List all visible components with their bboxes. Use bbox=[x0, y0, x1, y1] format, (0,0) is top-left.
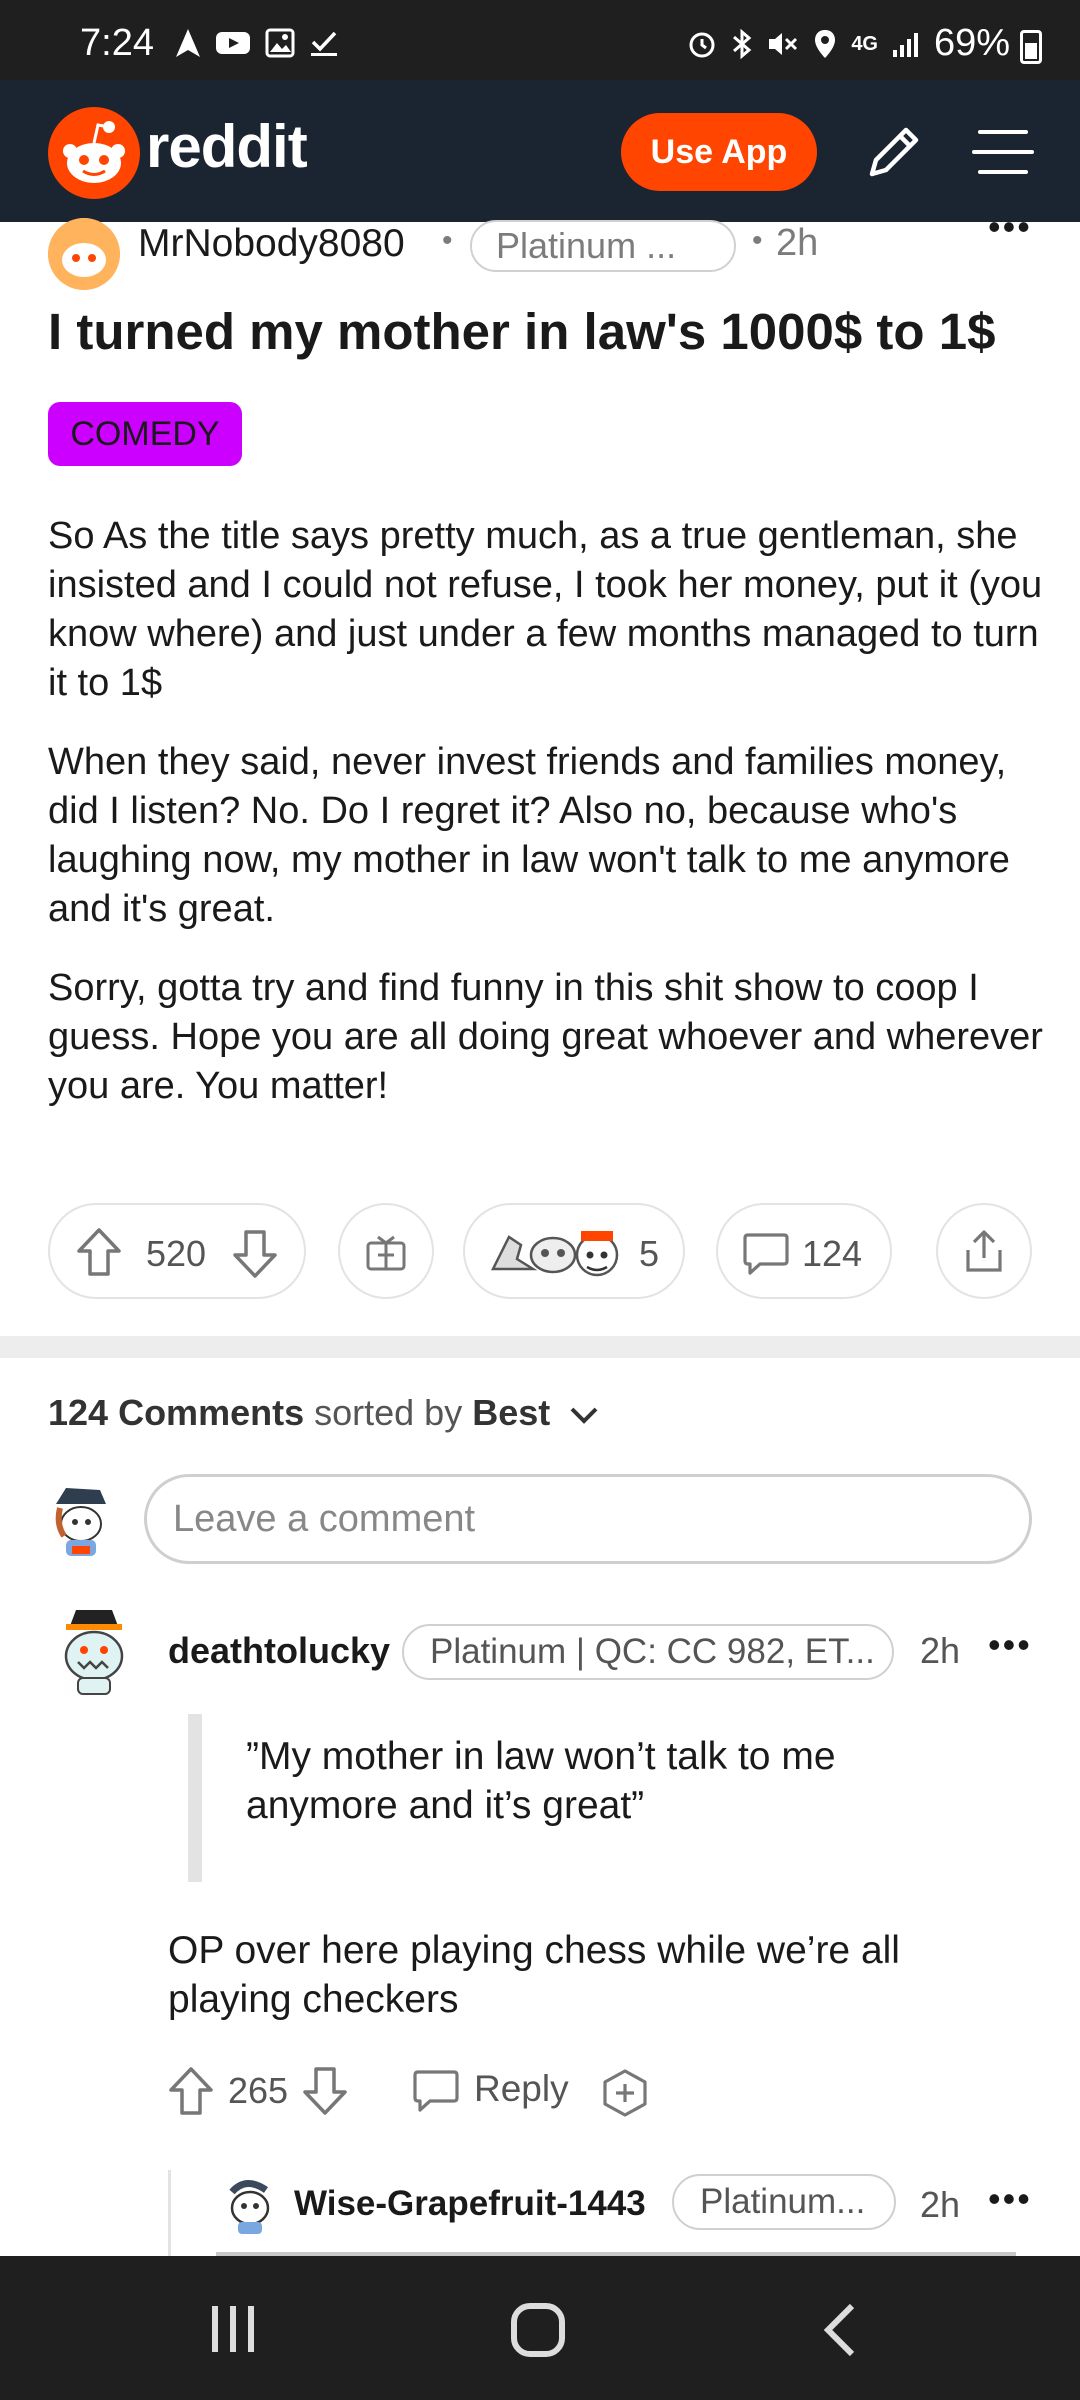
reply-author-flair: Platinum... bbox=[672, 2174, 896, 2230]
comment-author-flair: Platinum | QC: CC 982, ET... bbox=[402, 1624, 894, 1680]
upvote-arrow-icon[interactable] bbox=[168, 2066, 214, 2116]
reply-more-options-icon[interactable]: ••• bbox=[988, 2178, 1032, 2220]
system-navigation-bar bbox=[0, 2256, 1080, 2400]
notification-icons bbox=[175, 28, 339, 58]
downvote-arrow-icon[interactable] bbox=[232, 1229, 278, 1279]
reply-age: 2h bbox=[920, 2184, 961, 2225]
comment-author-name[interactable]: deathtolucky bbox=[168, 1630, 390, 1672]
reddit-logo-icon[interactable] bbox=[48, 107, 140, 199]
chevron-down-icon[interactable] bbox=[568, 1403, 600, 1427]
youtube-icon bbox=[216, 32, 250, 54]
leave-comment-input[interactable] bbox=[144, 1474, 1032, 1564]
navigation-arrow-icon bbox=[176, 29, 200, 57]
post-more-options-icon[interactable]: ••• bbox=[988, 206, 1032, 248]
awards-icons bbox=[490, 1231, 619, 1277]
reply-author-avatar[interactable] bbox=[222, 2174, 274, 2234]
alarm-icon bbox=[689, 32, 715, 58]
mute-icon bbox=[769, 33, 798, 55]
comments-button[interactable]: 124 bbox=[716, 1203, 892, 1299]
comment-age: 2h bbox=[920, 1630, 961, 1671]
reply-author-name[interactable]: Wise-Grapefruit-1443 bbox=[294, 2184, 646, 2224]
post-author-avatar[interactable] bbox=[48, 218, 120, 290]
recent-apps-icon[interactable] bbox=[208, 2304, 258, 2354]
downvote-arrow-icon[interactable] bbox=[302, 2066, 348, 2116]
post-title: I turned my mother in law's 1000$ to 1$ bbox=[48, 303, 996, 360]
share-icon bbox=[966, 1230, 1002, 1272]
post-paragraph: When they said, never invest friends and… bbox=[48, 741, 1010, 930]
bluetooth-icon bbox=[733, 28, 752, 60]
location-icon bbox=[815, 30, 836, 58]
thread-line[interactable] bbox=[168, 2170, 171, 2260]
signal-icon bbox=[893, 33, 918, 57]
use-app-button[interactable]: Use App bbox=[621, 113, 817, 191]
award-plus-icon[interactable] bbox=[600, 2068, 650, 2118]
battery-icon bbox=[1020, 30, 1042, 64]
current-user-avatar[interactable] bbox=[48, 1478, 114, 1558]
awards-count: 5 bbox=[639, 1233, 660, 1274]
hamburger-menu-icon[interactable] bbox=[972, 124, 1034, 180]
gallery-icon bbox=[265, 28, 295, 58]
system-icons: 4G bbox=[687, 28, 922, 60]
comment-quote: ”My mother in law won’t talk to me anymo… bbox=[246, 1735, 836, 1827]
section-divider bbox=[0, 1336, 1080, 1358]
back-icon[interactable] bbox=[820, 2302, 860, 2358]
comment-bubble-icon bbox=[743, 1233, 789, 1275]
home-icon[interactable] bbox=[510, 2302, 566, 2358]
post-body: So As the title says pretty much, as a t… bbox=[48, 512, 1048, 1141]
battery-percent: 69% bbox=[933, 22, 1010, 64]
separator-dot: • bbox=[752, 224, 763, 257]
upvote-arrow-icon[interactable] bbox=[76, 1227, 122, 1277]
vote-control: 520 bbox=[48, 1203, 306, 1299]
reply-button[interactable]: Reply bbox=[474, 2068, 569, 2110]
give-award-button[interactable] bbox=[338, 1203, 434, 1299]
create-post-pencil-icon[interactable] bbox=[862, 120, 926, 184]
post-paragraph: So As the title says pretty much, as a t… bbox=[48, 515, 1043, 704]
reddit-wordmark[interactable]: reddit bbox=[146, 112, 308, 181]
post-action-bar: 520 5 124 bbox=[48, 1203, 1048, 1299]
comments-count-label: 124 Comments bbox=[48, 1392, 305, 1433]
sorted-by-label: sorted by bbox=[314, 1392, 463, 1433]
status-bar: 7:24 4G 69% bbox=[0, 0, 1080, 80]
status-time: 7:24 bbox=[80, 22, 154, 64]
gift-icon bbox=[366, 1235, 406, 1271]
network-type-label: 4G bbox=[851, 32, 878, 55]
post-meta: MrNobody8080 • Platinum ... • 2h ••• bbox=[48, 206, 1048, 290]
comments-count: 124 bbox=[802, 1233, 863, 1274]
comment-body: OP over here playing chess while we’re a… bbox=[168, 1929, 900, 2021]
comment-author-avatar[interactable] bbox=[58, 1604, 130, 1696]
comments-sort-header[interactable]: 124 Comments sorted by Best bbox=[48, 1392, 600, 1434]
post-score: 520 bbox=[146, 1233, 207, 1274]
post-author-flair: Platinum ... bbox=[470, 220, 736, 272]
comment-more-options-icon[interactable]: ••• bbox=[988, 1624, 1032, 1666]
blockquote-bar bbox=[188, 1714, 202, 1882]
post-age: 2h bbox=[776, 222, 819, 264]
reply-bubble-icon[interactable] bbox=[412, 2068, 460, 2114]
post-paragraph: Sorry, gotta try and find funny in this … bbox=[48, 967, 1043, 1107]
post-author-name[interactable]: MrNobody8080 bbox=[138, 222, 405, 266]
comment-actions: 265 Reply bbox=[168, 2060, 1068, 2124]
comment-score: 265 bbox=[228, 2070, 289, 2111]
download-check-icon bbox=[311, 31, 337, 56]
awards-display[interactable]: 5 bbox=[463, 1203, 685, 1299]
separator-dot: • bbox=[442, 224, 453, 257]
post-flair-tag[interactable]: COMEDY bbox=[48, 402, 242, 466]
share-button[interactable] bbox=[936, 1203, 1032, 1299]
sort-value[interactable]: Best bbox=[472, 1392, 550, 1433]
